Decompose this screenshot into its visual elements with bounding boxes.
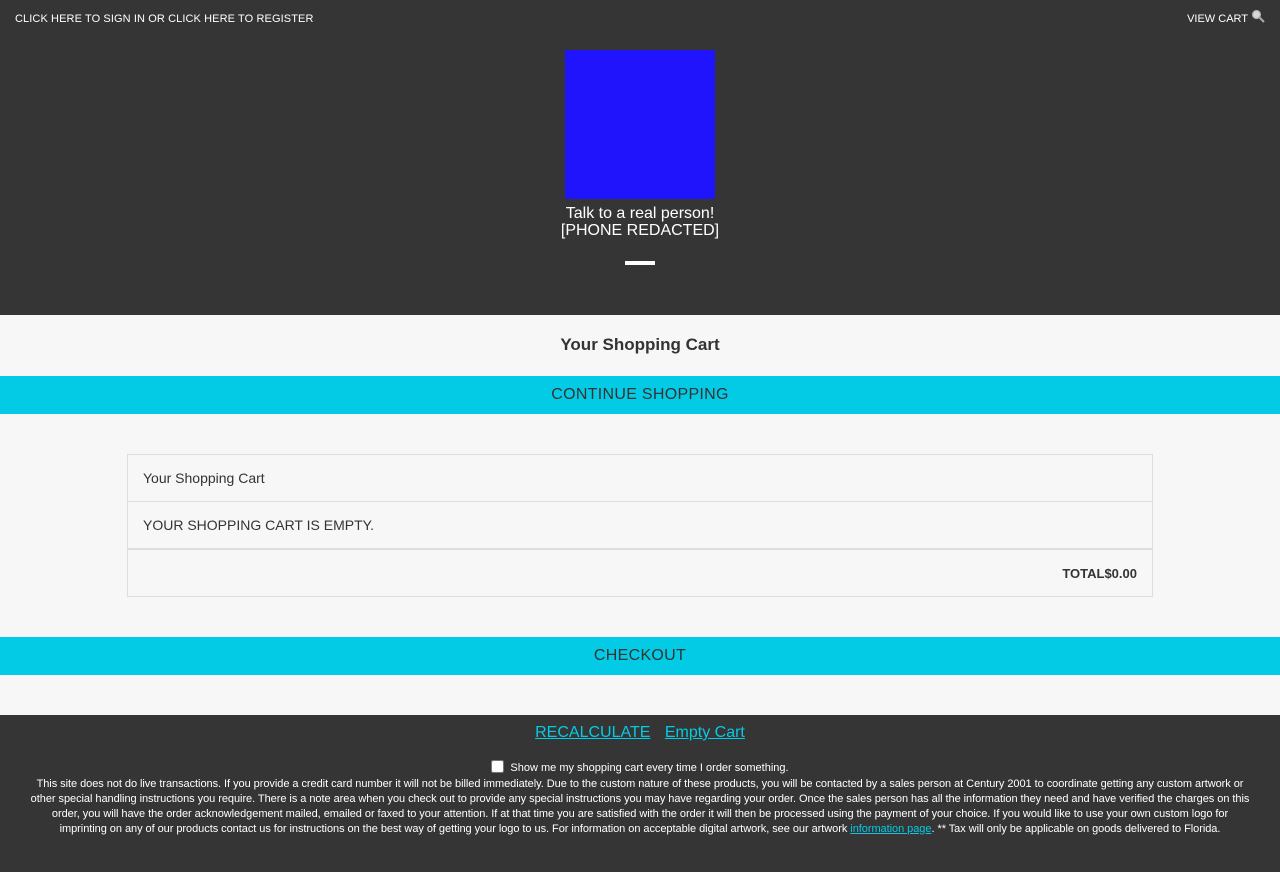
cart-total-row: TOTAL $0.00	[128, 549, 1152, 596]
information-page-link[interactable]: information page	[850, 823, 931, 835]
total-label: TOTAL	[1062, 565, 1105, 581]
recalculate-link[interactable]: RECALCULATE	[535, 724, 650, 741]
site-footer: RECALCULATE Empty Cart Show me my shoppi…	[0, 715, 1280, 872]
search-icon[interactable]	[1251, 9, 1265, 23]
view-cart-area: VIEW CART	[1187, 9, 1265, 26]
phone-number: [PHONE REDACTED]	[560, 222, 720, 239]
show-cart-checkbox[interactable]	[491, 760, 505, 773]
menu-toggle-icon[interactable]	[625, 261, 655, 265]
disclaimer-text: This site does not do live transactions.…	[30, 777, 1250, 837]
view-cart-link[interactable]: VIEW CART	[1187, 13, 1248, 25]
talk-to-person-text: Talk to a real person!	[565, 205, 715, 222]
continue-shopping-button[interactable]: CONTINUE SHOPPING	[0, 376, 1280, 414]
site-header: CLICK HERE TO SIGN IN OR CLICK HERE TO R…	[0, 0, 1280, 315]
cart-table-caption: Your Shopping Cart	[128, 455, 1152, 502]
sign-in-or-text: OR	[145, 13, 169, 25]
shopping-cart-table: Your Shopping Cart YOUR SHOPPING CART IS…	[127, 454, 1153, 597]
register-link[interactable]: CLICK HERE TO REGISTER	[168, 13, 313, 25]
show-cart-label: Show me my shopping cart every time I or…	[510, 762, 789, 774]
disclaimer-tail: . ** Tax will only be applicable on good…	[931, 823, 1221, 835]
account-links: CLICK HERE TO SIGN IN OR CLICK HERE TO R…	[15, 13, 314, 25]
contact-banner: Talk to a real person! [PHONE REDACTED]	[0, 205, 1280, 239]
sign-in-link[interactable]: CLICK HERE TO SIGN IN	[15, 13, 145, 25]
show-cart-option: Show me my shopping cart every time I or…	[0, 760, 1280, 774]
cart-actions: RECALCULATE Empty Cart	[0, 724, 1280, 742]
checkout-button[interactable]: CHECKOUT	[0, 637, 1280, 675]
page-title: Your Shopping Cart	[560, 335, 720, 354]
company-logo[interactable]	[565, 50, 715, 199]
total-value: $0.00	[1104, 565, 1137, 581]
empty-cart-link[interactable]: Empty Cart	[665, 724, 745, 741]
cart-empty-message: YOUR SHOPPING CART IS EMPTY.	[128, 502, 1152, 549]
